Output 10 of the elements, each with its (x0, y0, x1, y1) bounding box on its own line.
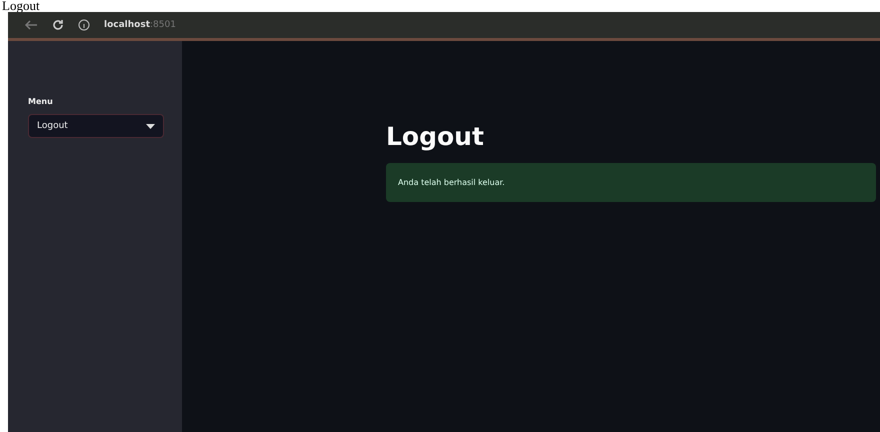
page-title: Logout (386, 121, 485, 153)
reload-icon[interactable] (52, 19, 64, 31)
back-arrow-icon[interactable] (24, 20, 38, 30)
caret-icon (146, 124, 155, 128)
menu-label: Menu (28, 97, 54, 106)
info-icon[interactable] (78, 19, 90, 31)
menu-select[interactable]: Logout (28, 114, 164, 138)
address-bar-url[interactable]: localhost:8501 (104, 20, 176, 30)
success-alert: Anda telah berhasil keluar. (386, 163, 876, 202)
caption-text: Logout (1, 0, 41, 12)
